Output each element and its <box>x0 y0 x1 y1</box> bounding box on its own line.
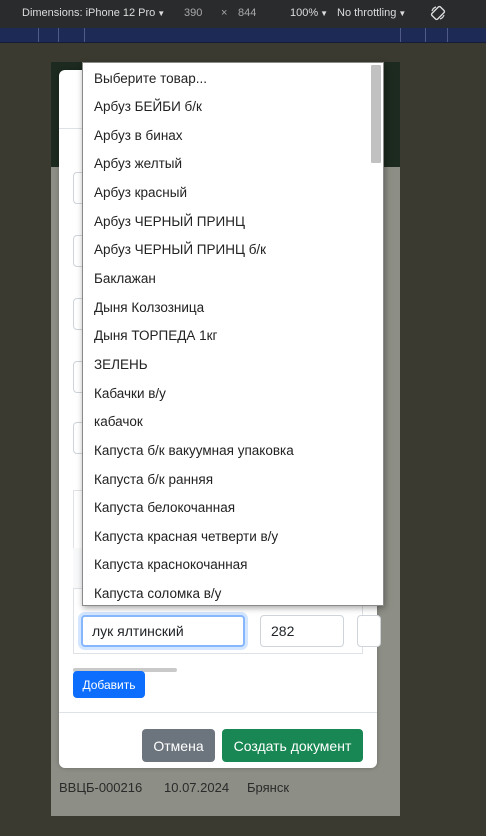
ruler-tick <box>425 28 426 42</box>
ruler-tick <box>84 28 85 42</box>
dropdown-option[interactable]: Дыня Колзозница <box>94 300 204 320</box>
modal-footer-divider <box>59 712 377 713</box>
ruler-tick <box>447 28 448 42</box>
ruler-tick <box>400 28 401 42</box>
doc-city: Брянск <box>247 780 290 795</box>
doc-date: 10.07.2024 <box>164 780 230 795</box>
times-sign: × <box>221 7 228 19</box>
chevron-down-icon: ▼ <box>320 9 329 18</box>
chevron-down-icon: ▼ <box>398 9 407 18</box>
throttling-dropdown[interactable]: No throttling ▼ <box>337 7 406 19</box>
dropdown-option[interactable]: Капуста б/к ранняя <box>94 472 213 492</box>
dropdown-option[interactable]: Капуста б/к вакуумная упаковка <box>94 443 294 463</box>
price-input[interactable] <box>357 615 381 647</box>
product-select[interactable]: лук ялтинский <box>81 615 245 647</box>
ruler-tick <box>58 28 59 42</box>
dropdown-option[interactable]: Кабачки в/у <box>94 386 166 406</box>
dropdown-option[interactable]: Арбуз ЧЕРНЫЙ ПРИНЦ б/к <box>94 242 266 262</box>
media-query-ruler[interactable] <box>0 28 486 43</box>
dropdown-option[interactable]: Капуста соломка в/у <box>94 586 221 605</box>
dropdown-option[interactable]: Арбуз в бинах <box>94 128 183 148</box>
dropdown-scrollbar[interactable] <box>369 63 383 605</box>
dropdown-option[interactable]: ЗЕЛЕНЬ <box>94 357 148 377</box>
dropdown-option[interactable]: Арбуз желтый <box>94 156 182 176</box>
width-field[interactable]: 390 <box>184 7 202 19</box>
throttling-label: No throttling <box>337 7 397 19</box>
doc-code: ВВЦБ-000216 <box>59 780 143 795</box>
dropdown-option[interactable]: Баклажан <box>94 271 156 291</box>
dropdown-option[interactable]: Капуста краснокочанная <box>94 557 248 577</box>
dropdown-option[interactable]: Выберите товар... <box>94 71 207 91</box>
rotate-device-icon[interactable] <box>430 5 446 21</box>
dropdown-option[interactable]: Капуста белокочанная <box>94 500 235 520</box>
dropdown-option[interactable]: кабачок <box>94 414 143 434</box>
dropdown-option[interactable]: Капуста красная четверти в/у <box>94 529 278 549</box>
add-row-button[interactable]: Добавить <box>73 671 145 698</box>
product-dropdown-list[interactable]: Выберите товар... Арбуз БЕЙБИ б/к Арбуз … <box>82 62 384 606</box>
dropdown-option[interactable]: Арбуз красный <box>94 185 187 205</box>
quantity-input[interactable]: 282 <box>260 615 344 647</box>
dimensions-label: Dimensions: iPhone 12 Pro <box>22 7 156 19</box>
height-field[interactable]: 844 <box>238 7 256 19</box>
dropdown-option[interactable]: Дыня ТОРПЕДА 1кг <box>94 328 217 348</box>
create-document-button[interactable]: Создать документ <box>222 729 363 762</box>
dropdown-option[interactable]: Арбуз БЕЙБИ б/к <box>94 99 202 119</box>
dropdown-scrollbar-thumb[interactable] <box>371 65 381 163</box>
chevron-down-icon: ▼ <box>157 9 166 18</box>
dimensions-dropdown[interactable]: Dimensions: iPhone 12 Pro ▼ <box>22 7 165 19</box>
ruler-tick <box>38 28 39 42</box>
zoom-label: 100% <box>290 7 319 19</box>
dropdown-option[interactable]: Арбуз ЧЕРНЫЙ ПРИНЦ <box>94 214 245 234</box>
zoom-dropdown[interactable]: 100% ▼ <box>290 7 328 19</box>
cancel-button[interactable]: Отмена <box>142 729 215 762</box>
devtools-toolbar: Dimensions: iPhone 12 Pro ▼ 390 × 844 100… <box>0 0 486 29</box>
